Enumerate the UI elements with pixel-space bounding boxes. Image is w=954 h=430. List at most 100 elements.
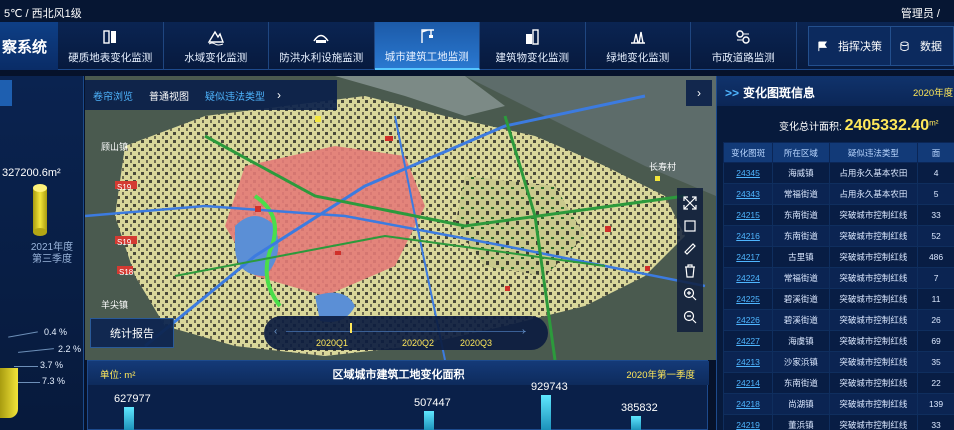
chart-bar (424, 411, 434, 430)
zoom-in-icon[interactable] (683, 287, 697, 301)
chart-bar (541, 395, 551, 430)
patch-id-link[interactable]: 24227 (722, 330, 774, 352)
zoom-out-icon[interactable] (683, 310, 697, 324)
period-label: 2021年度 第三季度 (22, 242, 82, 266)
table-row[interactable]: 24216 东南街道 突破城市控制红线 52 (722, 225, 954, 247)
data-label: 数据 (920, 41, 942, 53)
chart-bar (124, 406, 134, 430)
timeline-prev-icon[interactable]: ‹ (274, 326, 277, 337)
tab-violation-type[interactable]: 疑似违法类型 (197, 88, 273, 103)
table-cell: 35 (917, 351, 954, 373)
patch-id-link[interactable]: 24213 (722, 351, 774, 373)
table-cell: 突破城市控制红线 (828, 414, 919, 430)
table-cell: 东南街道 (772, 225, 830, 247)
table-cell: 4 (917, 162, 954, 184)
total-area-value: 327200.6m² (2, 167, 61, 179)
patch-id-link[interactable]: 24343 (722, 183, 774, 205)
tab-hard-surface[interactable]: 硬质地表变化监测 (58, 22, 164, 70)
chevron-right-icon[interactable]: › (277, 88, 281, 102)
table-row[interactable]: 24215 东南街道 突破城市控制红线 33 (722, 204, 954, 226)
table-row[interactable]: 24345 海威镇 占用永久基本农田 4 (722, 162, 954, 184)
table-cell: 突破城市控制红线 (828, 204, 919, 226)
tab-building[interactable]: 建筑物变化监测 (480, 22, 586, 70)
tab-construction[interactable]: 城市建筑工地监测 (374, 22, 480, 70)
patch-id-link[interactable]: 24216 (722, 225, 774, 247)
table-cell: 董浜镇 (772, 414, 830, 430)
patch-id-link[interactable]: 24218 (722, 393, 774, 415)
tab-label: 市政道路监测 (711, 51, 775, 64)
timeline-label[interactable]: 2020Q3 (460, 338, 492, 348)
panel-year: 2020年度 (913, 88, 954, 99)
tab-flood-control[interactable]: 防洪水利设施监测 (269, 22, 375, 70)
table-row[interactable]: 24218 尚湖镇 突破城市控制红线 139 (722, 393, 954, 415)
timeline-label[interactable]: 2020Q2 (402, 338, 434, 348)
tab-water[interactable]: 水域变化监测 (164, 22, 269, 70)
data-button[interactable]: 数据 (890, 27, 950, 65)
panel-title: >> 变化图斑信息 (725, 84, 815, 101)
tab-road[interactable]: 市政道路监测 (691, 22, 797, 70)
table-cell: 碧溪街道 (772, 288, 830, 310)
patch-id-link[interactable]: 24226 (722, 309, 774, 331)
timeline-handle[interactable] (350, 323, 352, 333)
greenland-icon (630, 31, 645, 44)
highway-label: S19 (117, 183, 132, 192)
table-cell: 突破城市控制红线 (828, 309, 919, 331)
chart-value-label: 507447 (414, 397, 451, 410)
tab-greenland[interactable]: 绿地变化监测 (586, 22, 691, 70)
table-row[interactable]: 24219 董浜镇 突破城市控制红线 33 (722, 414, 954, 430)
timeline-next-icon[interactable]: › (522, 326, 525, 337)
patch-id-link[interactable]: 24217 (722, 246, 774, 268)
table-body: 24345 海威镇 占用永久基本农田 4 24343 常福街道 占用永久基本农田 5 24215… (722, 162, 954, 430)
table-cell: 突破城市控制红线 (828, 393, 919, 415)
panel-header-accent (0, 80, 12, 106)
chart-value-label: 929743 (531, 381, 568, 393)
flag-icon (818, 40, 828, 51)
table-row[interactable]: 24225 碧溪街道 突破城市控制红线 11 (722, 288, 954, 310)
patch-id-link[interactable]: 24215 (722, 204, 774, 226)
ruler-icon[interactable] (683, 242, 697, 256)
table-row[interactable]: 24213 沙家浜镇 突破城市控制红线 35 (722, 351, 954, 373)
place-label: 顾山镇 (101, 142, 129, 152)
view-mode-tabs: 卷帘浏览 普通视图 疑似违法类型 › (85, 80, 337, 110)
statistics-report-button[interactable]: 统计报告 (90, 318, 174, 348)
table-cell: 139 (917, 393, 954, 415)
tab-swipe-view[interactable]: 卷帘浏览 (85, 88, 141, 103)
expand-icon[interactable] (683, 196, 697, 210)
patch-id-link[interactable]: 24225 (722, 288, 774, 310)
highway-label: S18 (119, 268, 134, 277)
status-strip: 5℃ / 西北风1级 管理员 / (0, 0, 954, 22)
tab-label: 建筑物变化监测 (495, 51, 570, 64)
column-header: 所在区域 (772, 142, 830, 163)
table-row[interactable]: 24214 东南街道 突破城市控制红线 22 (722, 372, 954, 394)
command-decision-button[interactable]: 指挥决策 (809, 27, 890, 65)
chart-value-label: 627977 (114, 392, 151, 405)
timeline-label[interactable]: 2020Q1 (316, 338, 348, 348)
pie-cylinder-decoration (0, 368, 18, 418)
table-row[interactable]: 24227 海虞镇 突破城市控制红线 69 (722, 330, 954, 352)
table-row[interactable]: 24224 常福街道 突破城市控制红线 7 (722, 267, 954, 289)
select-box-icon[interactable] (683, 219, 697, 233)
table-row[interactable]: 24343 常福街道 占用永久基本农田 5 (722, 183, 954, 205)
chart-title: 区域城市建筑工地变化面积 (332, 369, 465, 381)
tab-normal-view[interactable]: 普通视图 (141, 88, 197, 103)
patch-id-link[interactable]: 24214 (722, 372, 774, 394)
user-menu[interactable]: 管理员 / (901, 5, 940, 21)
database-icon (900, 40, 909, 51)
module-tabs: 硬质地表变化监测 水域变化监测 防洪水利设施监测 城市建筑工地监测 建筑物变化监… (58, 22, 797, 70)
tab-label: 绿地变化监测 (606, 51, 670, 64)
hard-surface-icon (103, 29, 117, 44)
title-prefix: >> (725, 86, 740, 100)
area-cylinder (33, 184, 47, 236)
collapse-right-panel-button[interactable]: › (686, 80, 712, 106)
table-cell: 486 (917, 246, 954, 268)
place-label: 长寿村 (649, 162, 677, 172)
left-stats-panel: 327200.6m² 2021年度 第三季度 0.4 % 2.2 % 3.7 %… (0, 76, 84, 430)
patch-id-link[interactable]: 24345 (722, 162, 774, 184)
table-row[interactable]: 24217 古里镇 突破城市控制红线 486 (722, 246, 954, 268)
patch-id-link[interactable]: 24224 (722, 267, 774, 289)
table-row[interactable]: 24226 碧溪街道 突破城市控制红线 26 (722, 309, 954, 331)
leader-line (14, 366, 38, 367)
patch-id-link[interactable]: 24219 (722, 414, 774, 430)
trash-icon[interactable] (683, 264, 697, 278)
time-slider[interactable]: ‹ 2020Q1 2020Q2 2020Q3 › (264, 316, 548, 350)
